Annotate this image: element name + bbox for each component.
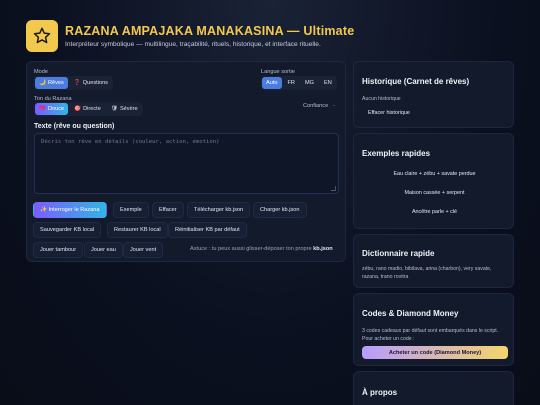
- dictionary-panel: Dictionnaire rapide zébu, rano madio, bi…: [353, 234, 514, 288]
- language-label: Langue sortie: [261, 69, 295, 75]
- play-water-button[interactable]: Jouer eau: [84, 242, 123, 258]
- lang-fr-button[interactable]: FR: [284, 77, 299, 89]
- language-selector: Auto FR MG EN: [261, 76, 337, 90]
- codes-panel: Codes & Diamond Money 3 codes cadeaux pa…: [353, 293, 514, 366]
- lang-mg-button[interactable]: MG: [301, 77, 318, 89]
- buy-code-button[interactable]: Acheter un code (Diamond Money): [362, 346, 508, 359]
- restore-kb-local-button[interactable]: Restaurer KB local: [107, 222, 168, 238]
- example-button[interactable]: Exemple: [113, 202, 149, 218]
- history-panel: Historique (Carnet de rêves) Aucun histo…: [353, 61, 514, 128]
- dragdrop-hint: Astuce : tu peux aussi glisser-déposer t…: [190, 246, 333, 252]
- load-kb-button[interactable]: Charger kb.json: [253, 202, 307, 218]
- target-icon: 🎯: [74, 106, 82, 112]
- confidence-value: -: [333, 103, 335, 109]
- codes-title: Codes & Diamond Money: [362, 309, 459, 318]
- kb-file-name: kb.json: [313, 246, 333, 252]
- moon-icon: 🌙: [39, 80, 46, 86]
- dictionary-title: Dictionnaire rapide: [362, 249, 435, 258]
- play-wind-button[interactable]: Jouer vent: [123, 242, 164, 258]
- save-kb-local-button[interactable]: Sauvegarder KB local: [33, 222, 102, 238]
- examples-panel: Exemples rapides Eau claire + zébu + sav…: [353, 133, 514, 229]
- dream-text-input[interactable]: Décris ton rêve en détails (couleur, act…: [34, 133, 339, 194]
- example-item[interactable]: Ancêtre parle + clé: [354, 209, 515, 215]
- clear-history-button[interactable]: Effacer historique: [368, 110, 410, 116]
- confidence-label: Confiance: [303, 103, 329, 109]
- tone-severe-button[interactable]: 🛡 Sévère: [107, 103, 142, 115]
- download-kb-button[interactable]: Télécharger kb.json: [187, 202, 251, 218]
- main-panel: Mode 🌙 Rêves ❓ Questions Langue sortie A…: [26, 61, 346, 262]
- app-subtitle: Interpréteur symbolique — multilingue, t…: [65, 41, 321, 48]
- play-drum-button[interactable]: Jouer tambour: [33, 242, 84, 258]
- reset-kb-button[interactable]: Réinitialiser KB par défaut: [168, 222, 247, 238]
- history-title: Historique (Carnet de rêves): [362, 77, 470, 86]
- about-title: À propos: [362, 388, 398, 397]
- codes-text: 3 codes cadeaux par défaut sont embarqué…: [362, 328, 499, 342]
- app-title: RAZANA AMPAJAKA MANAKASINA — Ultimate: [65, 24, 355, 38]
- example-item[interactable]: Eau claire + zébu + savate perdue: [354, 171, 515, 177]
- input-label: Texte (rêve ou question): [34, 123, 115, 130]
- mode-reves-button[interactable]: 🌙 Rêves: [35, 77, 68, 89]
- about-panel: À propos: [353, 371, 514, 405]
- lang-auto-button[interactable]: Auto: [262, 77, 282, 89]
- app-header: RAZANA AMPAJAKA MANAKASINA — Ultimate In…: [26, 20, 354, 52]
- ask-razana-button[interactable]: ✨ Interroger le Razana: [33, 202, 107, 218]
- example-item[interactable]: Maison cassée + serpent: [354, 190, 515, 196]
- tone-directe-button[interactable]: 🎯 Directe: [70, 103, 105, 115]
- question-icon: ❓: [73, 80, 81, 86]
- clear-button[interactable]: Effacer: [152, 202, 184, 218]
- history-empty: Aucun historique: [362, 96, 401, 102]
- star-icon: [26, 20, 58, 52]
- shield-icon: 🛡: [110, 106, 118, 112]
- mode-label: Mode: [34, 69, 48, 75]
- mode-selector: 🌙 Rêves ❓ Questions: [34, 76, 113, 90]
- input-placeholder: Décris ton rêve en détails (couleur, act…: [41, 139, 220, 145]
- dictionary-text: zébu, rano madio, bibilava, arina (charb…: [362, 266, 492, 280]
- tone-douce-button[interactable]: 💗 Douce: [35, 103, 69, 115]
- resize-handle[interactable]: [331, 186, 336, 191]
- lang-en-button[interactable]: EN: [320, 77, 336, 89]
- mode-questions-button[interactable]: ❓ Questions: [70, 77, 112, 89]
- examples-title: Exemples rapides: [362, 149, 431, 158]
- tone-selector: 💗 Douce 🎯 Directe 🛡 Sévère: [34, 102, 143, 116]
- heart-icon: 💗: [39, 106, 46, 112]
